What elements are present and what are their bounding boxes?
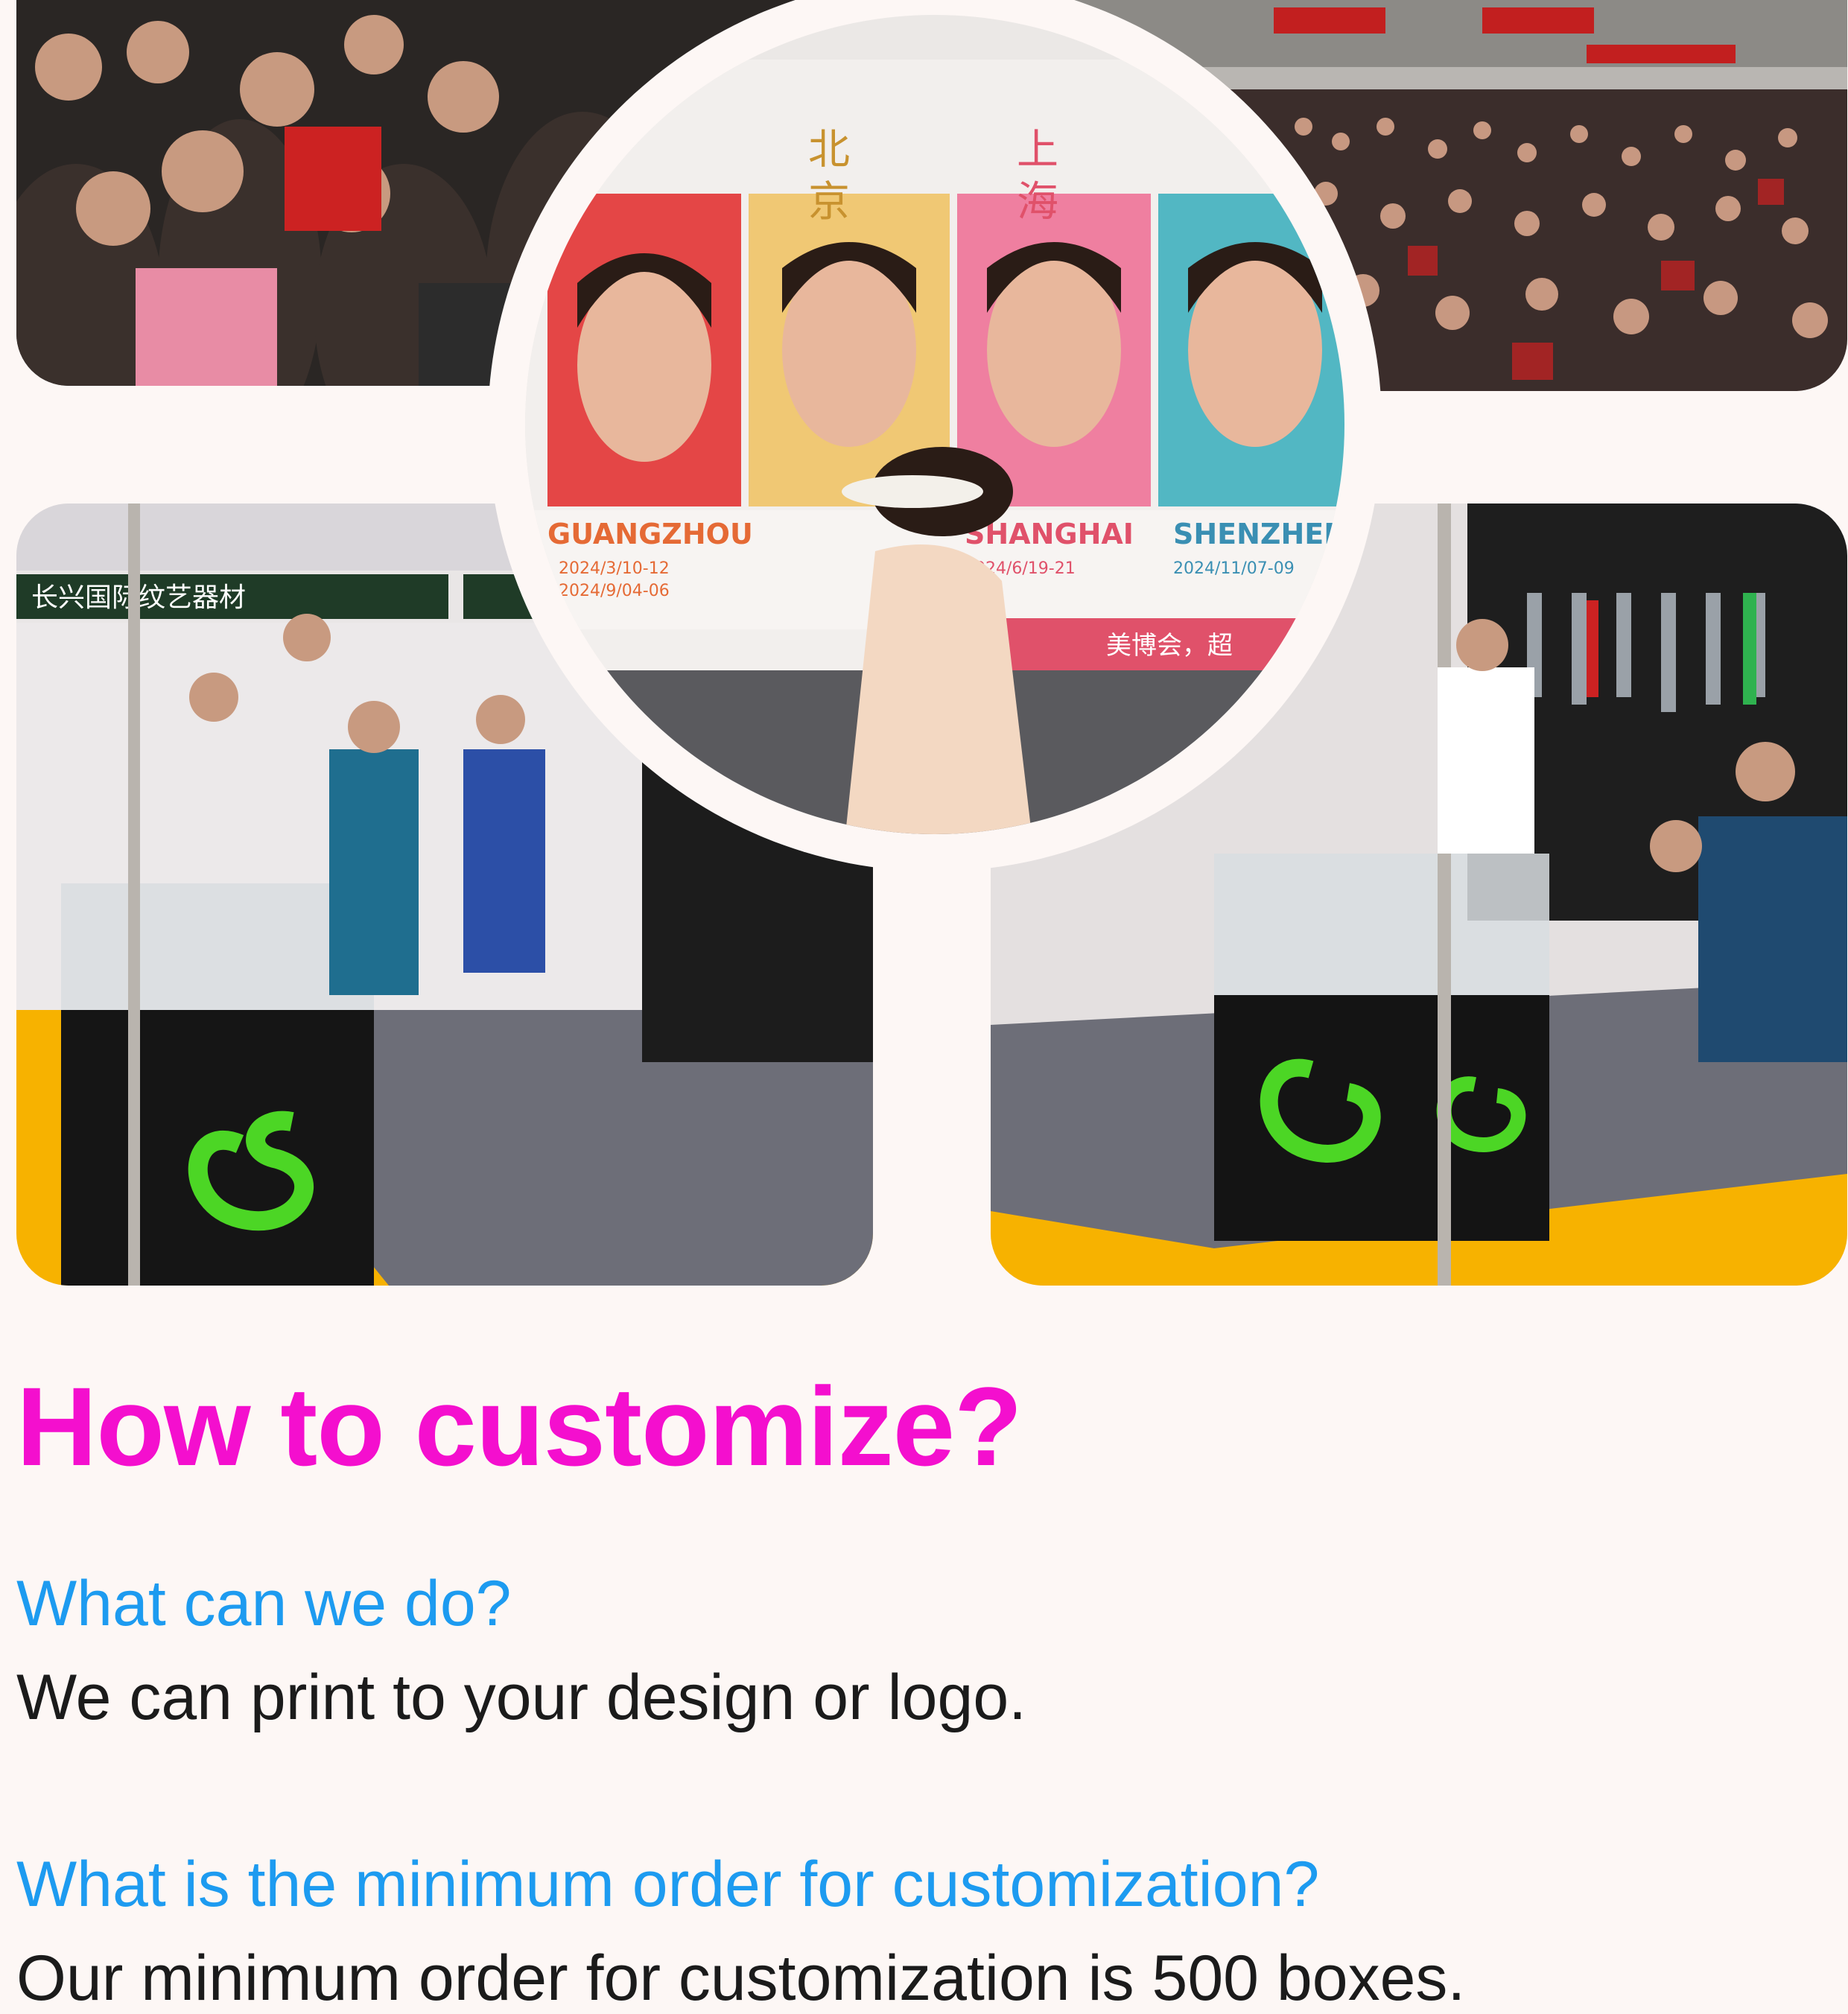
poster-char-shang: 上 xyxy=(1017,126,1058,174)
customization-faq: How to customize? What can we do? We can… xyxy=(16,1370,1834,2010)
faq-answer-1: We can print to your design or logo. xyxy=(16,1662,1027,1733)
poster-date-4: 2024/11/07-09 xyxy=(1173,559,1295,578)
poster-char-bei: 北 xyxy=(808,126,850,174)
poster-banner: 美博会，超 xyxy=(1106,631,1233,661)
poster-city-shenzhen: SHENZHEN xyxy=(1173,518,1344,550)
faq-answer-2: Our minimum order for customization is 5… xyxy=(16,1942,1466,2014)
poster-city-guangzhou: GUANGZHOU xyxy=(547,518,753,550)
faq-question-2: What is the minimum order for customizat… xyxy=(16,1849,1320,1920)
beauty-expo-poster-photo: 北 京 上 海 GUANGZHOU 2024/3/10-12 2024/9/04… xyxy=(525,15,1344,834)
poster-char-jing: 京 xyxy=(808,178,850,226)
faq-question-1: What can we do? xyxy=(16,1568,512,1639)
poster-char-hai: 海 xyxy=(1017,178,1058,226)
poster-date-2: 2024/9/04-06 xyxy=(559,582,670,600)
poster-date-1: 2024/3/10-12 xyxy=(559,559,670,578)
faq-title: How to customize? xyxy=(16,1364,1023,1489)
